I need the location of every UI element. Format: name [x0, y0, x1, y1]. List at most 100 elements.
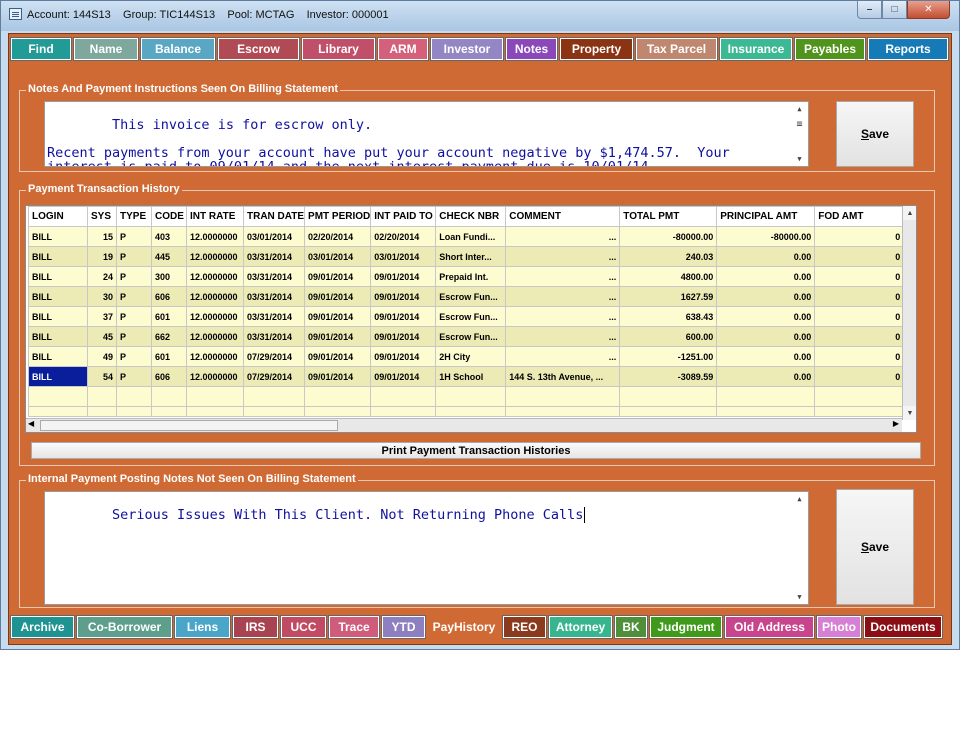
grid-scroll-thumb[interactable]	[40, 420, 338, 431]
tab-payables[interactable]: Payables	[794, 37, 866, 61]
table-cell[interactable]: 0	[814, 366, 905, 387]
minimize-button[interactable]: –	[857, 1, 882, 19]
tab-investor[interactable]: Investor	[430, 37, 504, 61]
table-cell[interactable]: 0	[814, 266, 905, 287]
table-cell[interactable]	[505, 386, 621, 407]
billing-notes-scrollbar[interactable]: ▲ ≡ ▼	[791, 102, 808, 166]
tab-balance[interactable]: Balance	[140, 37, 216, 61]
scroll-up-arrow-icon[interactable]: ▲	[791, 492, 808, 506]
column-header[interactable]: PRINCIPAL AMT	[716, 206, 816, 227]
tab-find[interactable]: Find	[10, 37, 72, 61]
table-cell[interactable]: ...	[505, 266, 621, 287]
table-cell[interactable]: 09/01/2014	[370, 366, 437, 387]
table-cell[interactable]: 03/31/2014	[242, 286, 306, 307]
table-cell[interactable]	[116, 406, 152, 417]
tab-arm[interactable]: ARM	[377, 37, 429, 61]
tab-trace[interactable]: Trace	[328, 615, 380, 639]
column-header[interactable]: LOGIN	[28, 206, 88, 227]
table-cell[interactable]	[242, 406, 306, 417]
table-cell[interactable]	[716, 386, 816, 407]
tab-payhistory[interactable]: PayHistory	[428, 616, 500, 638]
table-cell[interactable]: 03/31/2014	[242, 326, 306, 347]
table-cell[interactable]: 0.00	[716, 266, 816, 287]
table-cell[interactable]	[87, 386, 117, 407]
internal-notes-textarea[interactable]: Serious Issues With This Client. Not Ret…	[44, 491, 809, 605]
table-cell[interactable]: 03/01/2014	[370, 246, 437, 267]
table-cell[interactable]: -80000.00	[716, 226, 816, 247]
table-cell[interactable]: 144 S. 13th Avenue, ...	[505, 366, 621, 387]
table-cell[interactable]: Escrow Fun...	[435, 286, 507, 307]
table-cell[interactable]: 0.00	[716, 326, 816, 347]
table-cell[interactable]: 1627.59	[619, 286, 718, 307]
table-cell[interactable]: 300	[151, 266, 187, 287]
table-cell[interactable]: 0	[814, 306, 905, 327]
table-cell[interactable]: BILL	[28, 286, 88, 307]
tab-old-address[interactable]: Old Address	[724, 615, 815, 639]
table-cell[interactable]: 54	[87, 366, 117, 387]
table-cell[interactable]: P	[116, 366, 152, 387]
table-cell[interactable]: ...	[505, 226, 621, 247]
table-row[interactable]: BILL 24 P 300 12.0000000 03/31/2014 09/01/2014…	[28, 266, 905, 287]
tab-reo[interactable]: REO	[502, 615, 547, 639]
tab-reports[interactable]: Reports	[867, 37, 949, 61]
table-cell[interactable]: 0.00	[716, 306, 816, 327]
table-cell[interactable]: 09/01/2014	[304, 286, 372, 307]
table-row[interactable]: BILL 19 P 445 12.0000000 03/31/2014 03/01/2014…	[28, 246, 905, 267]
table-cell[interactable]	[814, 406, 905, 417]
table-cell[interactable]: Escrow Fun...	[435, 306, 507, 327]
table-cell[interactable]: ...	[505, 346, 621, 367]
table-cell[interactable]: -1251.00	[619, 346, 718, 367]
table-cell[interactable]	[370, 386, 437, 407]
table-cell[interactable]: 30	[87, 286, 117, 307]
table-cell[interactable]: 4800.00	[619, 266, 718, 287]
table-cell[interactable]	[814, 386, 905, 407]
table-cell[interactable]: 606	[151, 366, 187, 387]
grid-vertical-scrollbar[interactable]: ▲ ▼	[902, 206, 916, 420]
table-cell[interactable]: P	[116, 306, 152, 327]
table-cell[interactable]	[435, 406, 507, 417]
tab-attorney[interactable]: Attorney	[548, 615, 613, 639]
tab-liens[interactable]: Liens	[174, 615, 231, 639]
billing-notes-textarea[interactable]: This invoice is for escrow only. Recent …	[44, 101, 809, 167]
grid-scroll-right-icon[interactable]: ▶	[893, 419, 899, 428]
table-cell[interactable]	[304, 406, 372, 417]
table-cell[interactable]: Loan Fundi...	[435, 226, 507, 247]
table-cell[interactable]: BILL	[28, 366, 88, 387]
table-row[interactable]: BILL 30 P 606 12.0000000 03/31/2014 09/01/2014…	[28, 286, 905, 307]
scroll-thumb-icon[interactable]: ≡	[791, 118, 808, 132]
table-cell[interactable]: 02/20/2014	[304, 226, 372, 247]
tab-insurance[interactable]: Insurance	[719, 37, 793, 61]
tab-irs[interactable]: IRS	[232, 615, 279, 639]
table-cell[interactable]: BILL	[28, 306, 88, 327]
table-cell[interactable]: P	[116, 266, 152, 287]
tab-escrow[interactable]: Escrow	[217, 37, 300, 61]
maximize-button[interactable]: □	[882, 1, 907, 19]
scroll-down-arrow-icon[interactable]: ▼	[791, 152, 808, 166]
table-cell[interactable]: Prepaid Int.	[435, 266, 507, 287]
table-cell[interactable]: 19	[87, 246, 117, 267]
table-cell[interactable]: 07/29/2014	[242, 366, 306, 387]
table-cell[interactable]: P	[116, 346, 152, 367]
table-cell[interactable]: 09/01/2014	[304, 266, 372, 287]
table-cell[interactable]: 0	[814, 226, 905, 247]
tab-name[interactable]: Name	[73, 37, 139, 61]
table-cell[interactable]: ...	[505, 286, 621, 307]
tab-library[interactable]: Library	[301, 37, 376, 61]
table-cell[interactable]: 12.0000000	[186, 226, 244, 247]
table-cell[interactable]: 662	[151, 326, 187, 347]
tab-judgment[interactable]: Judgment	[649, 615, 723, 639]
tab-tax-parcel[interactable]: Tax Parcel	[635, 37, 718, 61]
table-cell[interactable]: ...	[505, 246, 621, 267]
table-cell[interactable]: 24	[87, 266, 117, 287]
table-cell[interactable]: 09/01/2014	[370, 346, 437, 367]
payment-history-grid[interactable]: LOGIN SYS TYPE CODE INT RATE TRAN DATE PMT PER…	[25, 205, 917, 433]
table-cell[interactable]: 09/01/2014	[370, 266, 437, 287]
table-cell[interactable]: 15	[87, 226, 117, 247]
table-cell[interactable]: 09/01/2014	[304, 346, 372, 367]
tab-ucc[interactable]: UCC	[280, 615, 327, 639]
table-cell[interactable]: 03/31/2014	[242, 306, 306, 327]
tab-ytd[interactable]: YTD	[381, 615, 426, 639]
column-header[interactable]: CHECK NBR	[435, 206, 507, 227]
table-cell[interactable]: -80000.00	[619, 226, 718, 247]
internal-notes-scrollbar[interactable]: ▲ ▼	[791, 492, 808, 604]
